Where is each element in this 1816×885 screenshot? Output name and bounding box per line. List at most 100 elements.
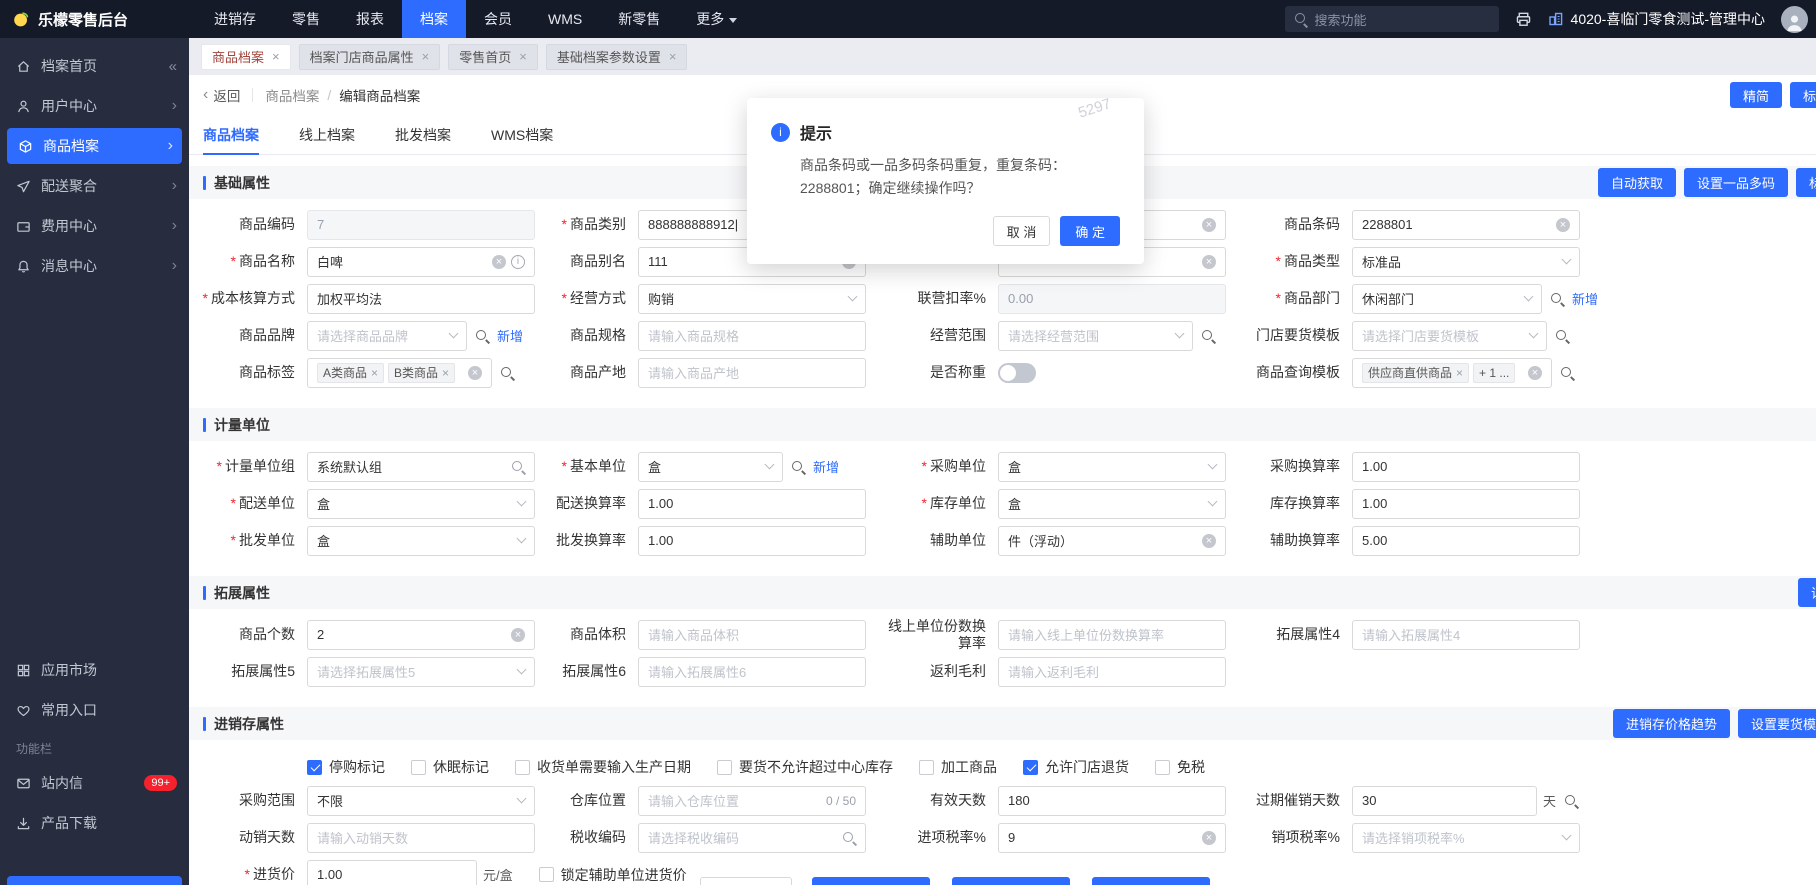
sidebar-item-favorites[interactable]: 常用入口 — [0, 690, 189, 730]
clear-icon[interactable] — [1202, 217, 1216, 232]
checkbox-icon[interactable] — [1155, 759, 1170, 775]
menu-member[interactable]: 会员 — [466, 0, 530, 38]
product-count-field[interactable]: 2 — [307, 619, 535, 650]
partial-button[interactable] — [952, 877, 1070, 885]
search-icon[interactable] — [500, 366, 514, 380]
delivery-rate-field[interactable]: 1.00 — [638, 488, 866, 519]
flag-stop-purchase[interactable]: 停购标记 — [307, 757, 385, 777]
search-icon[interactable] — [842, 831, 856, 845]
flag-processed-goods[interactable]: 加工商品 — [919, 757, 997, 777]
stock-rate-field[interactable]: 1.00 — [1352, 488, 1580, 519]
checkbox-icon[interactable] — [515, 759, 530, 775]
sidebar-item-delivery[interactable]: 配送聚合 › — [0, 166, 189, 206]
warehouse-location-field[interactable]: 请输入仓库位置 0 / 50 — [638, 785, 866, 816]
delivery-unit-select[interactable]: 盒 — [307, 488, 535, 519]
search-icon[interactable] — [475, 329, 489, 343]
close-icon[interactable] — [371, 367, 378, 379]
menu-report[interactable]: 报表 — [338, 0, 402, 38]
search-icon[interactable] — [1555, 329, 1569, 343]
search-input[interactable]: 搜索功能 — [1284, 6, 1499, 32]
clipped-standard-button[interactable]: 标准 — [1795, 168, 1816, 197]
page-tab-retail-home[interactable]: 零售首页 — [448, 43, 538, 70]
product-tags-field[interactable]: A类商品 B类商品 — [307, 357, 492, 388]
product-type-select[interactable]: 标准品 — [1352, 246, 1580, 277]
sidebar-item-inbox[interactable]: 站内信 99+ — [0, 763, 189, 803]
aux-rate-field[interactable]: 5.00 — [1352, 525, 1580, 556]
weigh-toggle[interactable] — [998, 362, 1036, 383]
auto-fetch-button[interactable]: 自动获取 — [1597, 168, 1676, 197]
spec-field[interactable]: 请输入商品规格 — [638, 320, 866, 351]
clear-icon[interactable] — [492, 254, 506, 269]
printer-icon[interactable] — [1515, 11, 1532, 28]
search-icon[interactable] — [791, 460, 805, 474]
page-tab-basic-params[interactable]: 基础档案参数设置 — [545, 43, 688, 70]
search-icon[interactable] — [511, 460, 525, 474]
tab-online-archive[interactable]: 线上档案 — [299, 115, 355, 155]
sidebar-item-product-archive[interactable]: 商品档案 › — [7, 128, 182, 164]
clear-icon[interactable] — [1556, 217, 1570, 232]
flag-store-return[interactable]: 允许门店退货 — [1023, 757, 1129, 777]
department-select[interactable]: 休闲部门 — [1352, 283, 1542, 314]
confirm-button[interactable]: 确 定 — [1060, 216, 1120, 246]
page-tab-store-attrs[interactable]: 档案门店商品属性 — [298, 43, 441, 70]
purchase-scope-select[interactable]: 不限 — [307, 785, 535, 816]
menu-wms[interactable]: WMS — [530, 0, 600, 38]
menu-more[interactable]: 更多 — [678, 0, 755, 38]
collapse-sidebar-icon[interactable]: « — [169, 58, 177, 75]
close-icon[interactable] — [422, 50, 430, 63]
checkbox-icon[interactable] — [538, 867, 554, 882]
purchase-rate-field[interactable]: 1.00 — [1352, 451, 1580, 482]
menu-archive[interactable]: 档案 — [402, 0, 466, 38]
product-name-field[interactable]: 白啤 — [307, 246, 535, 277]
compact-mode-button[interactable]: 精简 — [1729, 82, 1782, 108]
store-selector[interactable]: 4020-喜临门零食测试-管理中心 — [1548, 9, 1765, 29]
product-volume-field[interactable]: 请输入商品体积 — [638, 619, 866, 650]
aux-unit-field[interactable]: 件（浮动） — [998, 525, 1226, 556]
checkbox-icon[interactable] — [411, 759, 426, 775]
unit-group-field[interactable]: 系统默认组 — [307, 451, 535, 482]
sidebar-item-fee-center[interactable]: 费用中心 › — [0, 206, 189, 246]
tab-product-archive[interactable]: 商品档案 — [203, 115, 259, 155]
flag-dormant[interactable]: 休眠标记 — [411, 757, 489, 777]
cancel-button[interactable]: 取 消 — [992, 216, 1051, 246]
tax-code-field[interactable]: 请选择税收编码 — [638, 822, 866, 853]
more-tags-chip[interactable]: + 1 ... — [1473, 362, 1516, 383]
ext-attr5-select[interactable]: 请选择拓展属性5 — [307, 656, 535, 687]
wholesale-rate-field[interactable]: 1.00 — [638, 525, 866, 556]
menu-new-retail[interactable]: 新零售 — [600, 0, 678, 38]
clipped-request-template-button[interactable]: 设置要货模板 — [1737, 709, 1816, 738]
sidebar-item-help-partial[interactable]: 帮助中心 — [7, 876, 182, 885]
ext-attr4-field[interactable]: 请输入拓展属性4 — [1352, 619, 1580, 650]
operation-mode-select[interactable]: 购销 — [638, 283, 866, 314]
tab-wms-archive[interactable]: WMS档案 — [491, 115, 553, 155]
close-icon[interactable] — [1456, 367, 1463, 379]
partial-button[interactable] — [1092, 877, 1210, 885]
sidebar-item-user-center[interactable]: 用户中心 › — [0, 86, 189, 126]
online-unit-rate-field[interactable]: 请输入线上单位份数换算率 — [998, 619, 1226, 650]
stock-unit-select[interactable]: 盒 — [998, 488, 1226, 519]
flag-no-exceed-stock[interactable]: 要货不允许超过中心库存 — [717, 757, 893, 777]
checkbox-icon[interactable] — [717, 759, 732, 775]
close-icon[interactable] — [669, 50, 677, 63]
checkbox-icon[interactable] — [307, 759, 322, 775]
scope-select[interactable]: 请选择经营范围 — [998, 320, 1193, 351]
sidebar-item-app-market[interactable]: 应用市场 — [0, 650, 189, 690]
menu-inventory[interactable]: 进销存 — [196, 0, 274, 38]
back-button[interactable]: ‹ 返回 — [203, 85, 240, 105]
query-template-field[interactable]: 供应商直供商品 + 1 ... — [1352, 357, 1552, 388]
lock-aux-price-checkbox[interactable]: 锁定辅助单位进货价 — [538, 865, 687, 885]
sidebar-item-message-center[interactable]: 消息中心 › — [0, 246, 189, 286]
price-trend-button[interactable]: 进销存价格趋势 — [1612, 709, 1730, 738]
origin-field[interactable]: 请输入商品产地 — [638, 357, 866, 388]
clipped-recognize-button[interactable]: 识别 — [1797, 578, 1816, 607]
tag-chip[interactable]: A类商品 — [317, 362, 385, 383]
search-icon[interactable] — [1201, 329, 1215, 343]
search-icon[interactable] — [1550, 292, 1564, 306]
tag-chip[interactable]: B类商品 — [388, 362, 456, 383]
partial-button[interactable] — [812, 877, 930, 885]
search-icon[interactable] — [1564, 794, 1578, 808]
multi-barcode-button[interactable]: 设置一品多码 — [1683, 168, 1788, 197]
add-unit-link[interactable]: 新增 — [813, 457, 839, 476]
brand-select[interactable]: 请选择商品品牌 — [307, 320, 467, 351]
flag-production-date[interactable]: 收货单需要输入生产日期 — [515, 757, 691, 777]
